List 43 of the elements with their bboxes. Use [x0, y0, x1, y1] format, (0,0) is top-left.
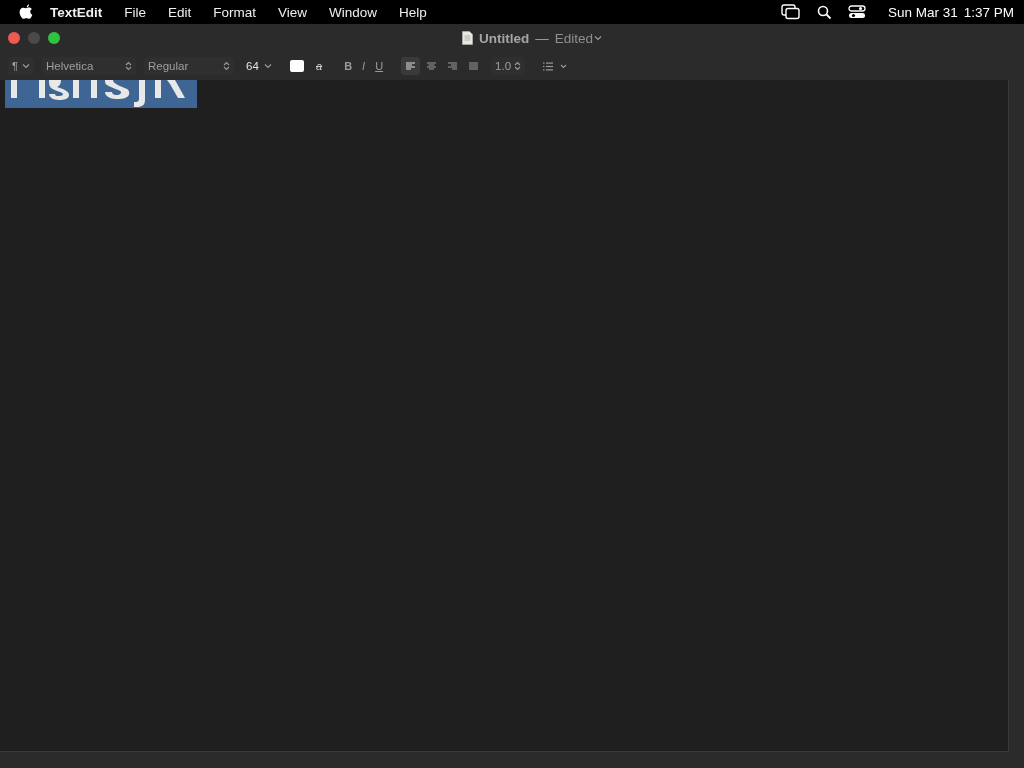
bulleted-list-icon — [543, 62, 554, 70]
chevron-down-icon — [22, 63, 30, 69]
menubar-time[interactable]: 1:37 PM — [963, 4, 1014, 20]
stepper-arrows-icon — [125, 61, 132, 71]
chevron-down-icon — [594, 35, 602, 41]
menu-item[interactable]: Help — [399, 4, 427, 20]
menu-item[interactable]: File — [124, 4, 147, 20]
justify-icon — [468, 61, 480, 71]
search-icon — [816, 4, 832, 20]
menu-item[interactable]: Format — [213, 4, 257, 20]
menu-item[interactable]: Window — [329, 4, 378, 20]
document-status[interactable]: Edited — [554, 30, 593, 46]
highlight-button[interactable]: a — [312, 57, 327, 75]
italic-button[interactable]: I — [358, 57, 370, 75]
line-spacing-popup[interactable]: 1.0 — [491, 57, 526, 75]
paragraph-style-popup[interactable]: ¶ — [8, 57, 34, 75]
control-center-icon — [847, 5, 866, 19]
window-title: Untitled — [479, 30, 530, 46]
menubar-date[interactable]: Sun Mar 31 — [887, 4, 958, 20]
minimize-button[interactable] — [28, 32, 40, 44]
chevron-down-icon — [264, 63, 272, 69]
zoom-button[interactable] — [48, 32, 60, 44]
menu-item[interactable]: Edit — [168, 4, 192, 20]
title-separator: — — [535, 30, 549, 46]
align-right-icon — [447, 61, 459, 71]
typeface-popup[interactable]: Regular — [144, 57, 234, 75]
app-menu[interactable]: TextEdit — [50, 4, 103, 20]
apple-logo-icon — [19, 4, 33, 20]
font-family-popup[interactable]: Helvetica — [42, 57, 136, 75]
align-left-icon — [405, 61, 417, 71]
align-center-icon — [426, 61, 438, 71]
chevron-down-icon — [560, 63, 567, 68]
align-left-button[interactable] — [401, 57, 421, 75]
close-button[interactable] — [8, 32, 20, 44]
windows-icon — [780, 4, 801, 20]
stepper-arrows-icon — [223, 61, 230, 71]
menu-item[interactable]: View — [278, 4, 308, 20]
text-color-swatch[interactable] — [290, 60, 304, 72]
bold-button[interactable]: B — [340, 57, 357, 75]
stepper-arrows-icon — [514, 61, 522, 71]
underline-button[interactable]: U — [371, 57, 388, 75]
document-icon — [462, 31, 473, 45]
font-size-popup[interactable]: 64 — [242, 57, 276, 75]
